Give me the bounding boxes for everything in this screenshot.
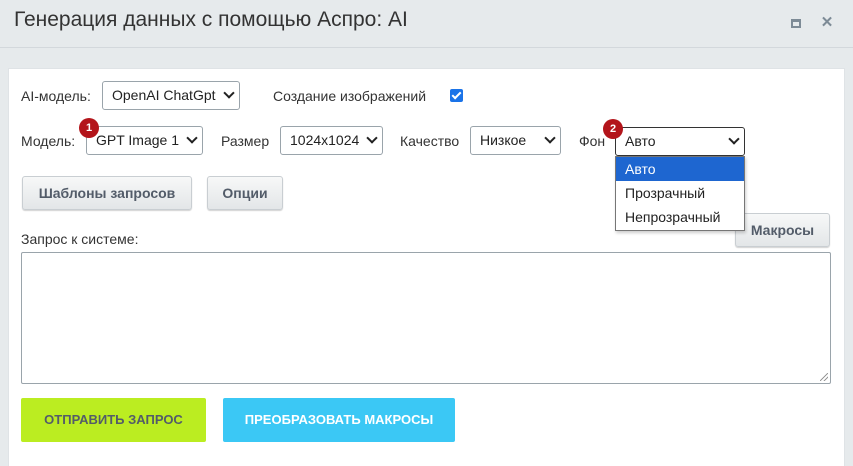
quality-value: Низкое [480,132,527,148]
request-label: Запрос к системе: [21,231,139,247]
image-creation-checkbox[interactable] [450,89,463,102]
chevron-down-icon [186,132,198,144]
quality-label: Качество [400,133,460,149]
background-dropdown: Авто Прозрачный Непрозрачный [615,156,745,231]
convert-macros-button[interactable]: ПРЕОБРАЗОВАТЬ МАКРОСЫ [223,398,455,442]
window-title: Генерация данных с помощью Аспро: AI [14,8,408,31]
background-value: Авто [625,133,656,149]
close-icon[interactable]: ✕ [819,15,835,31]
model-label: Модель: [21,133,76,149]
image-creation-label: Создание изображений [273,88,427,104]
templates-button[interactable]: Шаблоны запросов [22,176,192,210]
options-button[interactable]: Опции [207,176,283,210]
request-textarea[interactable] [21,252,831,384]
background-label: Фон [579,133,606,149]
size-select[interactable]: 1024x1024 [280,126,383,155]
model-value: GPT Image 1 [96,132,180,148]
macros-button[interactable]: Макросы [735,213,830,247]
background-select[interactable]: Авто [615,127,745,156]
step-badge-2: 2 [603,119,623,139]
chevron-down-icon [223,87,235,99]
chevron-down-icon [544,132,556,144]
send-request-button[interactable]: ОТПРАВИТЬ ЗАПРОС [21,398,206,442]
window-titlebar: Генерация данных с помощью Аспро: AI ✕ [0,0,853,48]
step-badge-1: 1 [79,118,99,138]
ai-model-label: AI-модель: [21,88,91,104]
dropdown-option-transparent[interactable]: Прозрачный [616,181,744,205]
model-select[interactable]: GPT Image 1 [86,126,203,155]
quality-select[interactable]: Низкое [470,126,561,155]
ai-model-select[interactable]: OpenAI ChatGpt [102,81,240,110]
chevron-down-icon [728,133,740,145]
ai-model-value: OpenAI ChatGpt [112,87,216,103]
dropdown-option-auto[interactable]: Авто [616,157,744,181]
chevron-down-icon [366,132,378,144]
dropdown-option-opaque[interactable]: Непрозрачный [616,205,744,229]
maximize-icon[interactable] [788,15,804,31]
resize-handle-icon[interactable] [820,373,828,381]
size-value: 1024x1024 [290,132,360,148]
size-label: Размер [221,133,270,149]
